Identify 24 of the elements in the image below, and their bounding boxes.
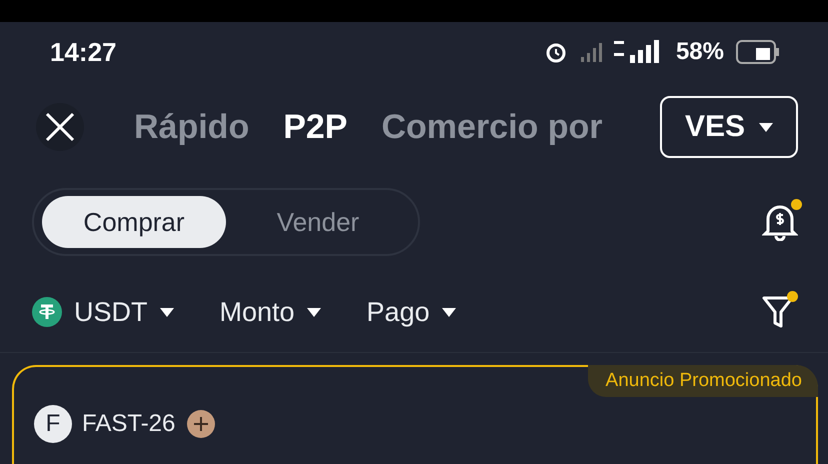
mode-tab[interactable]: Rápido (134, 108, 250, 146)
battery-percent: 58% (676, 38, 724, 66)
caret-icon (442, 308, 456, 316)
trade-option[interactable]: Vender (226, 196, 410, 248)
filter-dropdown[interactable]: Monto (220, 296, 321, 328)
close-icon (44, 111, 76, 143)
currency-dropdown[interactable]: VES (660, 96, 798, 158)
battery-icon (736, 40, 780, 64)
trade-option[interactable]: Comprar (42, 196, 226, 248)
caret-icon (306, 308, 321, 316)
mode-tab[interactable]: P2P (283, 108, 348, 146)
merchant-name: FAST-26 (82, 410, 176, 438)
caret-icon (759, 122, 774, 132)
promoted-badge: Anuncio Promocionado (588, 365, 818, 397)
merchant-avatar: F (34, 405, 72, 443)
ad-card[interactable]: Anuncio Promocionado F FAST-26 (12, 365, 818, 464)
filter-dropdown[interactable]: USDT (32, 296, 174, 328)
caret-icon (160, 308, 174, 316)
bell-icon[interactable] (762, 203, 798, 241)
signal-icon (580, 41, 602, 63)
mode-tab[interactable]: Comercio por (381, 108, 603, 146)
close-button[interactable] (36, 103, 84, 151)
filter-dropdown[interactable]: Pago (366, 296, 456, 328)
status-time: 14:27 (50, 36, 116, 68)
